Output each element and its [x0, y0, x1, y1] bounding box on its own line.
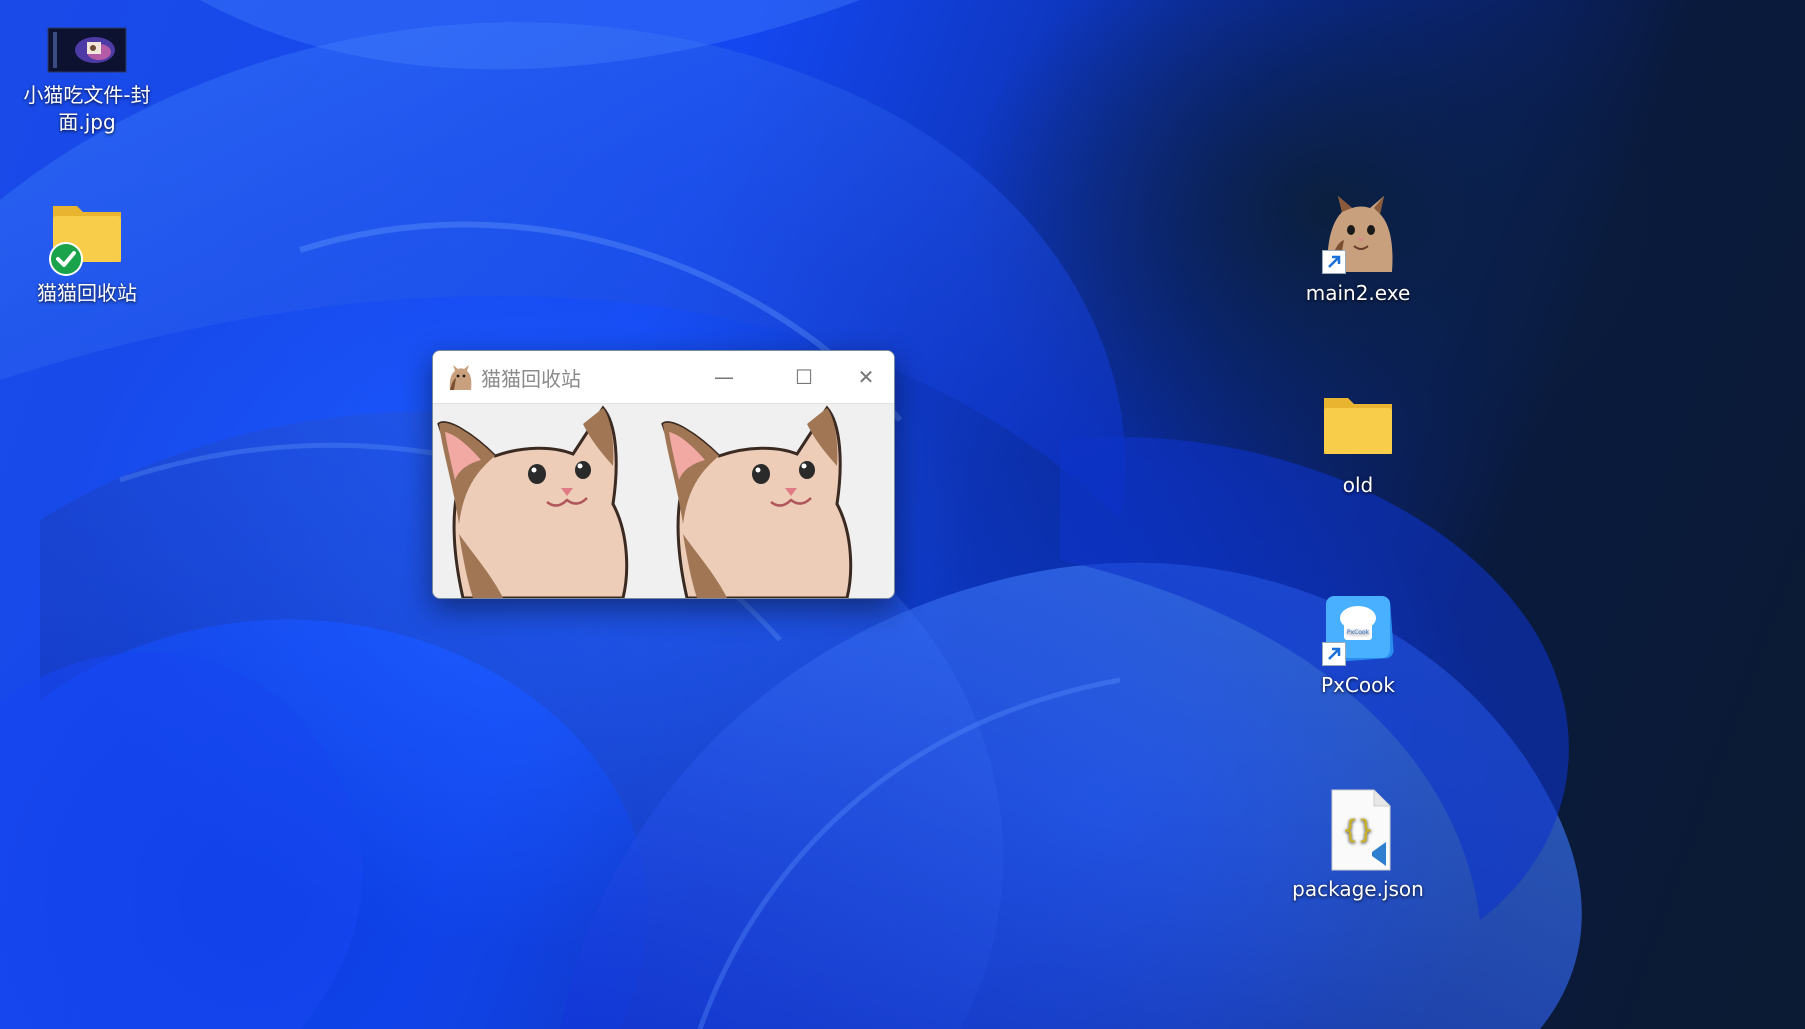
minimize-button[interactable]: —: [684, 351, 764, 403]
json-file-icon: {}: [1318, 788, 1398, 872]
desktop-icon-label: 小猫吃文件-封面.jpg: [23, 83, 151, 134]
folder-icon: [1318, 392, 1398, 468]
desktop-icon-main2-exe[interactable]: main2.exe: [1283, 192, 1433, 307]
json-brace-glyph: {}: [1342, 815, 1373, 845]
cat-app-icon: [449, 365, 472, 390]
cat-image-left[interactable]: [433, 404, 633, 598]
close-button[interactable]: ✕: [826, 351, 894, 403]
pxcook-logo-text: PxCook: [1347, 629, 1370, 636]
desktop-icon-label: PxCook: [1321, 673, 1395, 697]
close-icon: ✕: [857, 365, 875, 389]
desktop-icon-label: 猫猫回收站: [37, 281, 137, 305]
window-title: 猫猫回收站: [481, 366, 581, 391]
app-window[interactable]: 猫猫回收站 — ☐ ✕: [432, 350, 895, 599]
desktop-icon-label: main2.exe: [1305, 281, 1411, 305]
shortcut-arrow-icon: [1322, 642, 1346, 666]
window-titlebar[interactable]: 猫猫回收站 — ☐ ✕: [433, 351, 894, 404]
shortcut-arrow-icon: [1322, 250, 1346, 274]
folder-icon: [47, 200, 127, 276]
desktop-icon-package-json[interactable]: {} package.json: [1283, 788, 1433, 903]
desktop: 小猫吃文件-封面.jpg 猫猫回收站 main2.exe old PxCook …: [0, 0, 1805, 1029]
desktop-icon-cover-image[interactable]: 小猫吃文件-封面.jpg: [12, 24, 162, 136]
desktop-icon-label: package.json: [1292, 877, 1424, 901]
cat-app-icon: [1318, 192, 1398, 276]
window-content: [433, 404, 894, 598]
cat-image-right[interactable]: [657, 404, 857, 598]
minimize-icon: —: [714, 365, 734, 389]
sync-check-icon: [49, 242, 83, 276]
image-file-icon: [47, 24, 127, 78]
desktop-icon-cat-recycle-folder[interactable]: 猫猫回收站: [12, 200, 162, 307]
desktop-icon-pxcook[interactable]: PxCook PxCook: [1283, 592, 1433, 699]
maximize-icon: ☐: [795, 365, 813, 389]
desktop-icon-label: old: [1342, 473, 1374, 497]
wallpaper: [0, 0, 1582, 1029]
pxcook-app-icon: PxCook: [1318, 592, 1398, 668]
desktop-icon-old-folder[interactable]: old: [1283, 392, 1433, 499]
